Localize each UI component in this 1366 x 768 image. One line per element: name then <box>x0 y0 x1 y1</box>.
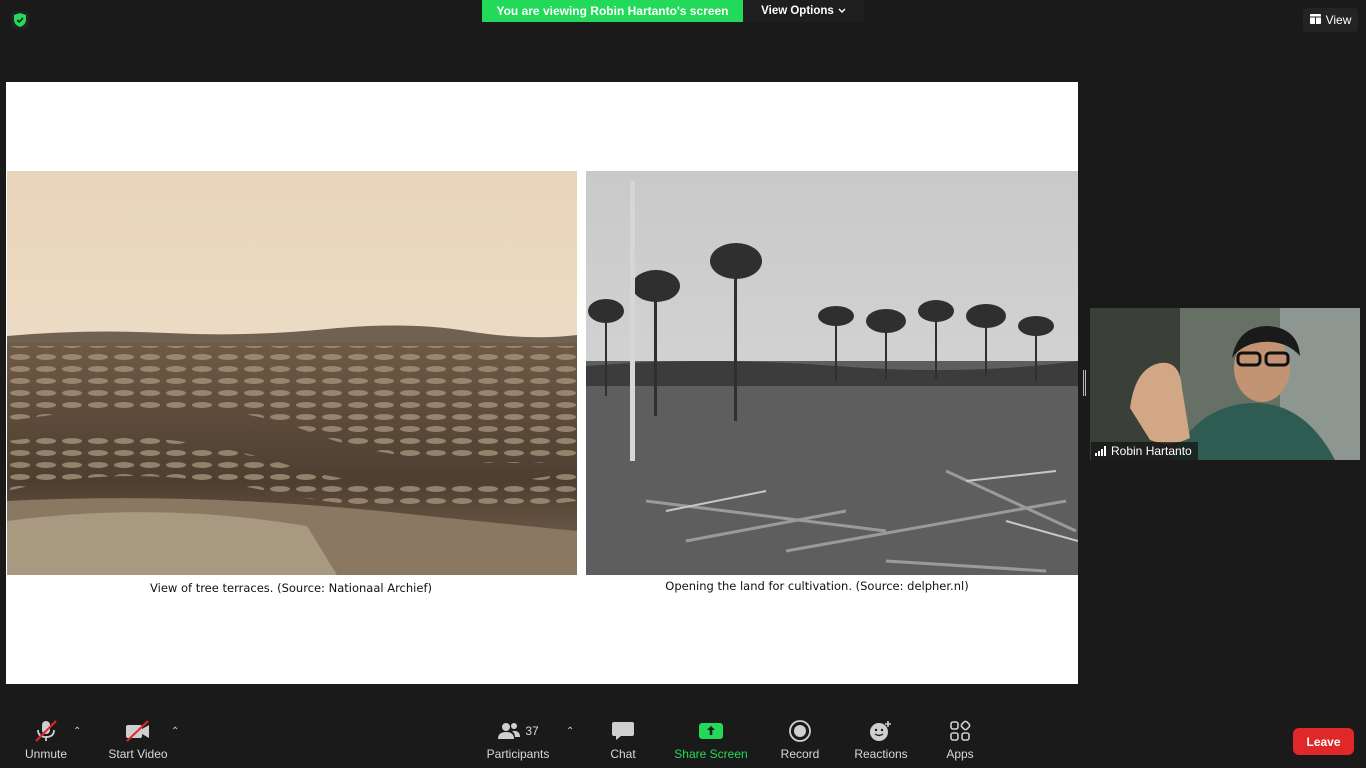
chevron-down-icon <box>838 5 846 17</box>
apps-icon <box>949 718 971 744</box>
chat-bubble-icon <box>611 718 635 744</box>
share-screen-label: Share Screen <box>674 747 748 761</box>
shared-screen-slide: View of tree terraces. (Source: Nationaa… <box>6 82 1078 684</box>
viewing-screen-text: You are viewing Robin Hartanto's screen <box>496 4 729 18</box>
video-options-caret-icon[interactable]: ⌃ <box>171 726 179 737</box>
record-icon <box>789 718 811 744</box>
video-camera-off-icon <box>124 718 152 744</box>
signal-strength-icon <box>1095 446 1106 456</box>
start-video-button[interactable]: Start Video <box>104 712 172 768</box>
share-screen-button[interactable]: Share Screen <box>672 712 750 768</box>
audio-options-caret-icon[interactable]: ⌃ <box>73 726 81 737</box>
unmute-label: Unmute <box>24 747 68 761</box>
view-layout-button[interactable]: View <box>1303 8 1358 32</box>
leave-meeting-button[interactable]: Leave <box>1293 728 1354 755</box>
chat-label: Chat <box>610 747 636 761</box>
land-clearing-photo <box>586 171 1078 575</box>
participants-icon <box>498 723 521 739</box>
record-label: Record <box>780 747 820 761</box>
microphone-muted-icon <box>33 718 59 744</box>
share-screen-icon <box>699 718 723 744</box>
unmute-button[interactable]: Unmute <box>18 712 74 768</box>
participants-icon-group: 37 <box>497 718 539 744</box>
participants-label: Participants <box>486 747 550 761</box>
viewing-screen-banner: You are viewing Robin Hartanto's screen <box>482 0 743 22</box>
tree-terraces-photo <box>7 171 577 575</box>
start-video-label: Start Video <box>108 747 168 761</box>
caption-tree-terraces: View of tree terraces. (Source: Nationaa… <box>150 581 432 595</box>
shield-icon[interactable] <box>11 11 29 29</box>
view-options-label: View Options <box>761 5 834 17</box>
participant-video-tile[interactable]: Robin Hartanto <box>1090 308 1360 460</box>
caption-land-clearing: Opening the land for cultivation. (Sourc… <box>665 579 969 593</box>
participant-name: Robin Hartanto <box>1111 444 1192 458</box>
chat-button[interactable]: Chat <box>600 712 646 768</box>
reactions-label: Reactions <box>854 747 908 761</box>
participant-name-tag: Robin Hartanto <box>1091 442 1198 460</box>
apps-label: Apps <box>946 747 974 761</box>
meeting-toolbar: Unmute ⌃ Start Video ⌃ 37 Participants ⌃… <box>0 712 1366 768</box>
grid-icon <box>1309 13 1321 27</box>
record-button[interactable]: Record <box>776 712 824 768</box>
view-options-button[interactable]: View Options <box>743 0 864 22</box>
participants-button[interactable]: 37 Participants <box>484 712 552 768</box>
participants-options-caret-icon[interactable]: ⌃ <box>566 726 574 737</box>
view-layout-label: View <box>1325 13 1352 27</box>
participants-count: 37 <box>525 724 539 738</box>
reactions-button[interactable]: Reactions <box>850 712 912 768</box>
smiley-add-icon <box>869 718 893 744</box>
zoom-meeting-window: You are viewing Robin Hartanto's screen … <box>0 0 1366 768</box>
apps-button[interactable]: Apps <box>938 712 982 768</box>
panel-resize-handle[interactable] <box>1083 370 1086 396</box>
